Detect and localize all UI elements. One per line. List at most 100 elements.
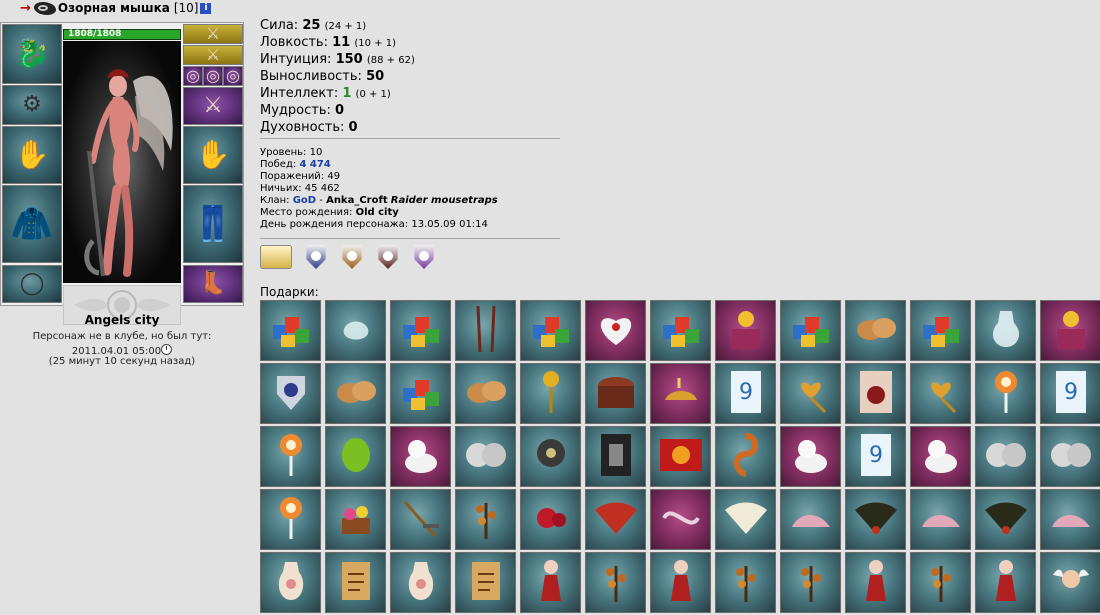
info-icon[interactable]: i: [200, 2, 212, 14]
gift-item[interactable]: [650, 426, 711, 487]
card-icon: 9: [1054, 369, 1088, 419]
stat-row: Ловкость: 11 (10 + 1): [260, 35, 415, 52]
ring-badge-icon[interactable]: [260, 245, 292, 269]
clock-icon[interactable]: [161, 344, 173, 355]
bread-icon: [854, 314, 898, 348]
gift-item[interactable]: [520, 300, 581, 361]
gift-item[interactable]: [910, 489, 971, 550]
gift-item[interactable]: [715, 552, 776, 613]
gift-item[interactable]: [715, 426, 776, 487]
gift-item[interactable]: [585, 363, 646, 424]
gift-item[interactable]: [1040, 426, 1100, 487]
gift-item[interactable]: [715, 489, 776, 550]
gift-item[interactable]: [325, 426, 386, 487]
gift-item[interactable]: [910, 426, 971, 487]
ring-slot-3[interactable]: ◎: [223, 66, 243, 86]
gift-item[interactable]: [650, 363, 711, 424]
gift-item[interactable]: [650, 300, 711, 361]
gift-item[interactable]: [585, 300, 646, 361]
gift-item[interactable]: [260, 363, 321, 424]
gift-item[interactable]: [845, 552, 906, 613]
shield-badge-icon[interactable]: [306, 245, 326, 269]
gift-item[interactable]: [455, 552, 516, 613]
right-gloves-slot[interactable]: ✋: [183, 126, 243, 184]
gift-item[interactable]: [845, 489, 906, 550]
gift-item[interactable]: [390, 426, 451, 487]
shield-badge-icon[interactable]: [378, 245, 398, 269]
gift-item[interactable]: [1040, 300, 1100, 361]
ring-slot-1[interactable]: ◎: [183, 66, 203, 86]
gift-item[interactable]: [910, 300, 971, 361]
gift-item[interactable]: [325, 489, 386, 550]
gift-item[interactable]: 9: [845, 426, 906, 487]
belt-slot[interactable]: ◯: [2, 265, 62, 303]
gift-item[interactable]: [520, 489, 581, 550]
shield-badge-icon[interactable]: [342, 245, 362, 269]
offhand-slot[interactable]: ⚔: [183, 87, 243, 125]
purple-badge-icon[interactable]: [414, 245, 434, 269]
gift-item[interactable]: [1040, 489, 1100, 550]
character-nick[interactable]: Озорная мышка: [58, 1, 170, 15]
gift-item[interactable]: [780, 489, 841, 550]
gift-item[interactable]: [520, 552, 581, 613]
gift-item[interactable]: [845, 300, 906, 361]
gift-item[interactable]: [780, 552, 841, 613]
gift-item[interactable]: [780, 300, 841, 361]
gift-item[interactable]: [975, 300, 1036, 361]
gift-item[interactable]: [390, 363, 451, 424]
gift-item[interactable]: [585, 489, 646, 550]
wins-link[interactable]: 4 474: [299, 159, 330, 170]
gift-item[interactable]: [455, 426, 516, 487]
gift-item[interactable]: 9: [715, 363, 776, 424]
gift-item[interactable]: [715, 300, 776, 361]
gift-item[interactable]: 9: [1040, 363, 1100, 424]
gift-item[interactable]: [390, 489, 451, 550]
gift-item[interactable]: [910, 552, 971, 613]
red-fan-icon: [593, 500, 639, 540]
gift-item[interactable]: [910, 363, 971, 424]
bracers-slot[interactable]: ⚙: [2, 85, 62, 125]
gift-item[interactable]: [260, 552, 321, 613]
clan-title: Raider mousetraps: [390, 195, 498, 206]
armor-slot[interactable]: 🧥: [2, 185, 62, 263]
gift-item[interactable]: [975, 426, 1036, 487]
weapon-slot-1[interactable]: ⚔: [183, 24, 243, 44]
gift-item[interactable]: [325, 300, 386, 361]
gift-item[interactable]: [325, 552, 386, 613]
gift-item[interactable]: [1040, 552, 1100, 613]
gift-item[interactable]: [390, 552, 451, 613]
gift-item[interactable]: [650, 552, 711, 613]
gift-item[interactable]: [260, 300, 321, 361]
clan-link[interactable]: GoD: [293, 195, 316, 206]
pants-slot[interactable]: 👖: [183, 185, 243, 263]
gift-item[interactable]: [975, 552, 1036, 613]
gift-item[interactable]: [780, 426, 841, 487]
gift-item[interactable]: [975, 363, 1036, 424]
gift-item[interactable]: [650, 489, 711, 550]
ring-slot-2[interactable]: ◎: [203, 66, 223, 86]
gift-item[interactable]: [780, 363, 841, 424]
gift-item[interactable]: [260, 426, 321, 487]
gift-item[interactable]: [585, 552, 646, 613]
helmet-slot[interactable]: 🐉: [2, 24, 62, 84]
boots-slot[interactable]: 👢: [183, 265, 243, 303]
gift-item[interactable]: [390, 300, 451, 361]
arrow-icon[interactable]: →: [20, 1, 31, 16]
gift-item[interactable]: [520, 426, 581, 487]
gift-item[interactable]: [455, 300, 516, 361]
left-gloves-slot[interactable]: ✋: [2, 126, 62, 184]
character-portrait[interactable]: [63, 41, 181, 283]
gift-item[interactable]: [260, 489, 321, 550]
gift-item[interactable]: [455, 489, 516, 550]
gift-item[interactable]: [585, 426, 646, 487]
clan-emblem-icon[interactable]: [33, 1, 56, 15]
amulet-icon: [531, 433, 571, 481]
weapon-slot-2[interactable]: ⚔: [183, 45, 243, 65]
belt-icon: ◯: [19, 271, 45, 296]
gift-item[interactable]: [975, 489, 1036, 550]
gift-item[interactable]: [845, 363, 906, 424]
gift-item[interactable]: [520, 363, 581, 424]
gift-item[interactable]: [455, 363, 516, 424]
stat-breakdown: (0 + 1): [355, 89, 391, 100]
gift-item[interactable]: [325, 363, 386, 424]
